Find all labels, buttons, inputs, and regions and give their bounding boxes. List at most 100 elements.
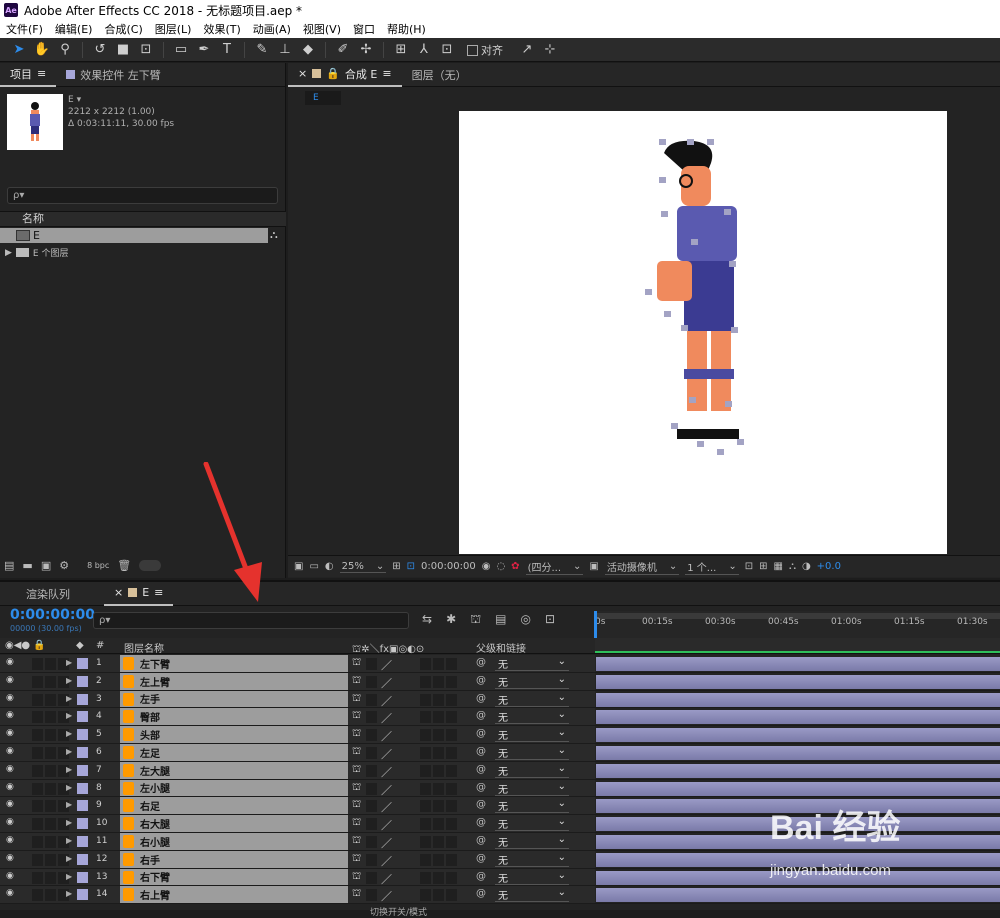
frame-blend-switch[interactable] <box>433 764 444 777</box>
snap-target-icon[interactable]: ⊹ <box>541 41 559 59</box>
layer-name-cell[interactable]: 右足 <box>120 797 348 815</box>
layer-label-color[interactable] <box>77 853 88 865</box>
panel-menu-icon[interactable]: ≡ <box>37 67 46 80</box>
text-tool-icon[interactable]: T <box>218 41 236 59</box>
comp-breadcrumb[interactable]: E <box>305 91 341 105</box>
solo-toggle[interactable] <box>45 675 56 688</box>
label-column-icon[interactable]: ◆ <box>76 640 84 651</box>
expand-layer-icon[interactable]: ▶ <box>66 676 72 685</box>
visibility-eye-icon[interactable]: ◉ <box>6 817 14 827</box>
layer-label-color[interactable] <box>77 658 88 669</box>
parent-dropdown[interactable]: 无 ⌄ <box>495 763 569 778</box>
layer-row[interactable]: ◉ ▶ 5 头部 ⛫ ／ @ 无 ⌄ <box>0 726 1000 744</box>
frame-blend-switch[interactable] <box>433 675 444 688</box>
layer-row[interactable]: ◉ ▶ 1 左下臂 ⛫ ／ @ 无 ⌄ <box>0 655 1000 673</box>
audio-toggle[interactable] <box>32 693 43 706</box>
playhead[interactable] <box>594 611 597 638</box>
motion-blur-switch[interactable] <box>446 889 457 902</box>
graph-editor-icon[interactable]: ⊡ <box>545 612 555 628</box>
frame-blend-switch[interactable] <box>433 658 444 670</box>
layer-duration-bar[interactable] <box>596 763 1000 778</box>
motion-blur-switch[interactable] <box>446 782 457 795</box>
rotate-tool-icon[interactable]: ↺ <box>91 41 109 59</box>
frame-blend-switch[interactable] <box>433 835 444 848</box>
layer-row[interactable]: ◉ ▶ 6 左足 ⛫ ／ @ 无 ⌄ <box>0 743 1000 762</box>
pick-whip-icon[interactable]: @ <box>476 799 486 810</box>
quality-switch-icon[interactable]: ／ <box>381 764 392 780</box>
effect-switch[interactable] <box>420 658 431 670</box>
frame-blend-switch[interactable] <box>433 693 444 706</box>
parent-dropdown[interactable]: 无 ⌄ <box>495 709 569 725</box>
fit-icon[interactable]: ⊞ <box>392 561 400 572</box>
expand-layer-icon[interactable]: ▶ <box>66 729 72 738</box>
project-item-folder[interactable]: ▶ E 个图层 <box>0 245 268 260</box>
brush-tool-icon[interactable]: ✎ <box>253 41 271 59</box>
selection-tool-icon[interactable]: ➤ <box>10 41 28 59</box>
layer-row[interactable]: ◉ ▶ 7 左大腿 ⛫ ／ @ 无 ⌄ <box>0 761 1000 780</box>
composition-canvas[interactable] <box>459 111 947 554</box>
parent-dropdown[interactable]: 无 ⌄ <box>495 745 569 760</box>
project-search-input[interactable]: ρ▾ <box>7 187 278 204</box>
zoom-dropdown[interactable]: 25% ⌄ <box>339 561 387 573</box>
shy-layers-icon[interactable]: ⛫ <box>470 612 481 628</box>
parent-dropdown[interactable]: 无 ⌄ <box>495 692 569 707</box>
effect-switch[interactable] <box>420 889 431 902</box>
collapse-switch[interactable] <box>366 800 377 813</box>
shy-switch-icon[interactable]: ⛫ <box>352 675 361 688</box>
parent-dropdown[interactable]: 无 ⌄ <box>495 727 569 743</box>
shy-switch-icon[interactable]: ⛫ <box>352 710 361 723</box>
layer-name-cell[interactable]: 左大腿 <box>120 761 348 779</box>
expand-layer-icon[interactable]: ▶ <box>66 658 72 667</box>
snap-edge-icon[interactable]: ↗ <box>518 41 536 59</box>
layer-label-color[interactable] <box>77 871 88 883</box>
folder-expand-icon[interactable]: ▶ <box>5 248 12 258</box>
visibility-eye-icon[interactable]: ◉ <box>6 764 14 774</box>
solo-toggle[interactable] <box>45 853 56 866</box>
solo-toggle[interactable] <box>45 658 56 670</box>
parent-dropdown[interactable]: 无 ⌄ <box>495 887 569 903</box>
solo-toggle[interactable] <box>45 729 56 742</box>
solo-toggle[interactable] <box>45 800 56 813</box>
pan-behind-tool-icon[interactable]: ⊡ <box>137 41 155 59</box>
layer-duration-bar[interactable] <box>596 745 1000 760</box>
expand-layer-icon[interactable]: ▶ <box>66 854 72 863</box>
quality-switch-icon[interactable]: ／ <box>381 888 392 904</box>
frame-blend-switch[interactable] <box>433 871 444 884</box>
audio-toggle[interactable] <box>32 889 43 902</box>
audio-toggle[interactable] <box>32 729 43 742</box>
frame-blend-switch[interactable] <box>433 782 444 795</box>
collapse-switch[interactable] <box>366 835 377 848</box>
expand-layer-icon[interactable]: ▶ <box>66 765 72 774</box>
parent-dropdown[interactable]: 无 ⌄ <box>495 798 569 814</box>
quality-switch-icon[interactable]: ／ <box>381 675 392 691</box>
solo-toggle[interactable] <box>45 711 56 724</box>
expand-layer-icon[interactable]: ▶ <box>66 783 72 792</box>
tab-composition[interactable]: × 🔒 合成 E ≡ <box>288 63 402 87</box>
pick-whip-icon[interactable]: @ <box>476 764 486 775</box>
motion-blur-switch[interactable] <box>446 853 457 866</box>
new-folder-icon[interactable]: ▬ <box>22 559 32 572</box>
composition-mini-flowchart-icon[interactable]: ⇆ <box>422 612 432 628</box>
tab-project[interactable]: 项目 ≡ <box>0 63 57 87</box>
shy-switch-icon[interactable]: ⛫ <box>352 782 361 795</box>
show-snapshot-icon[interactable]: ◌ <box>496 561 505 572</box>
motion-blur-switch[interactable] <box>446 658 457 670</box>
menu-view[interactable]: 视图(V) <box>303 21 341 37</box>
motion-blur-switch[interactable] <box>446 764 457 777</box>
menu-layer[interactable]: 图层(L) <box>155 21 192 37</box>
layer-label-color[interactable] <box>77 889 88 901</box>
visibility-eye-icon[interactable]: ◉ <box>6 710 14 720</box>
motion-blur-switch[interactable] <box>446 818 457 831</box>
shy-switch-icon[interactable]: ⛫ <box>352 817 361 830</box>
effect-switch[interactable] <box>420 764 431 777</box>
expand-layer-icon[interactable]: ▶ <box>66 747 72 756</box>
quality-switch-icon[interactable]: ／ <box>381 693 392 709</box>
shy-switch-icon[interactable]: ⛫ <box>352 871 361 884</box>
collapse-switch[interactable] <box>366 711 377 724</box>
audio-toggle[interactable] <box>32 675 43 688</box>
roto-brush-tool-icon[interactable]: ✐ <box>334 41 352 59</box>
layer-name-cell[interactable]: 右手 <box>120 850 348 868</box>
snapshot-icon[interactable]: ◉ <box>482 561 491 572</box>
item-dropdown-icon[interactable]: ▾ <box>77 95 82 105</box>
menu-animation[interactable]: 动画(A) <box>253 21 291 37</box>
